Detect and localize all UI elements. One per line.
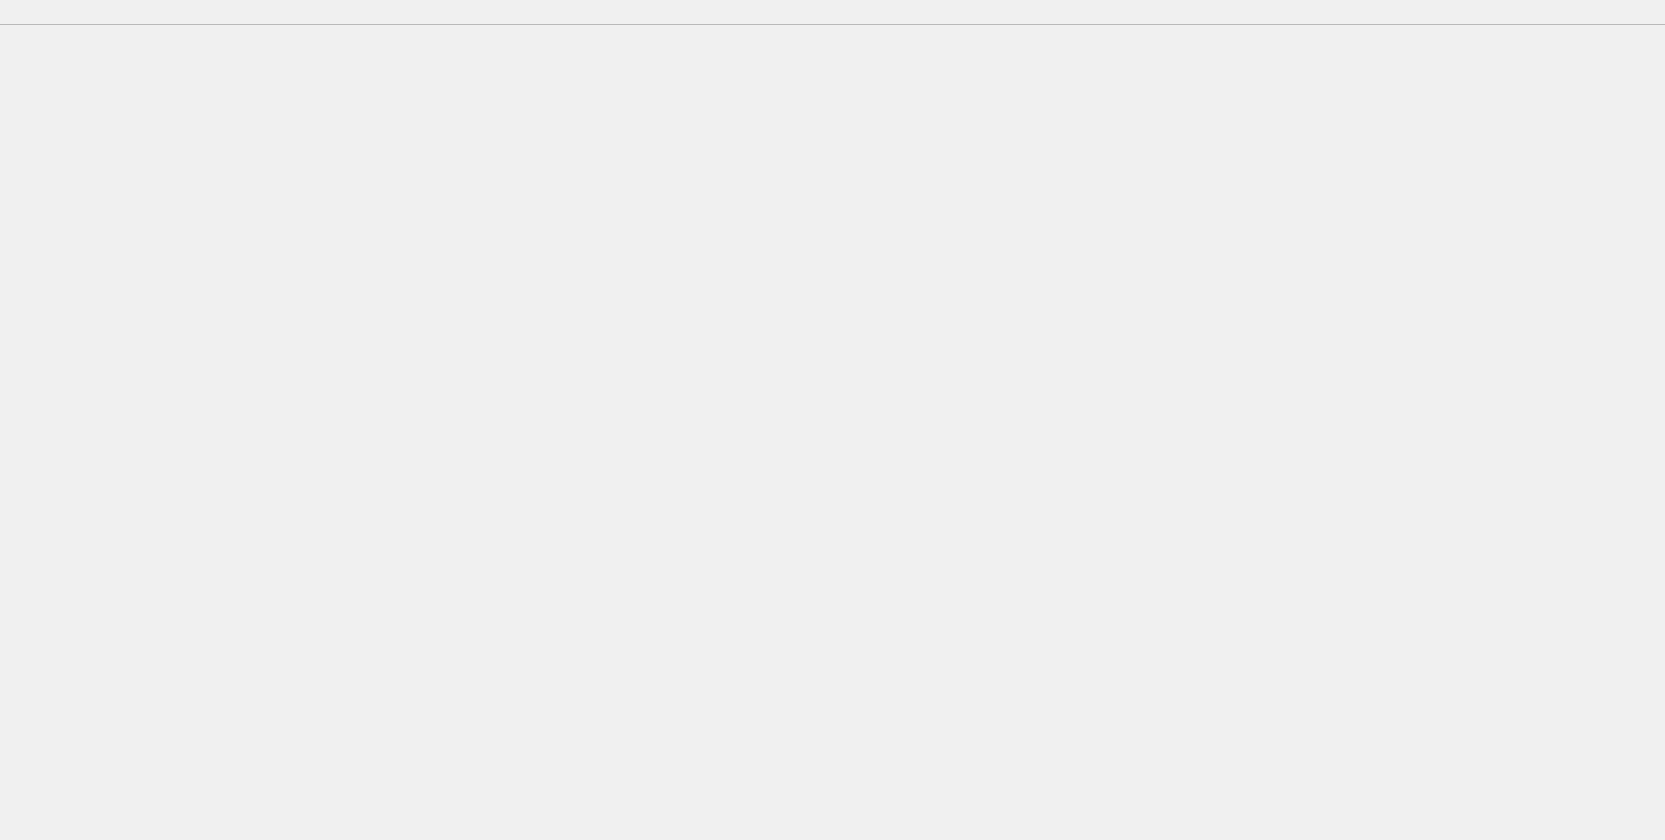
main-toolbar (0, 0, 1665, 25)
mt4-trading-platform: { "toolbar": { "new_order_label": "新订单",… (0, 0, 1665, 840)
chart-window[interactable] (0, 0, 1665, 840)
